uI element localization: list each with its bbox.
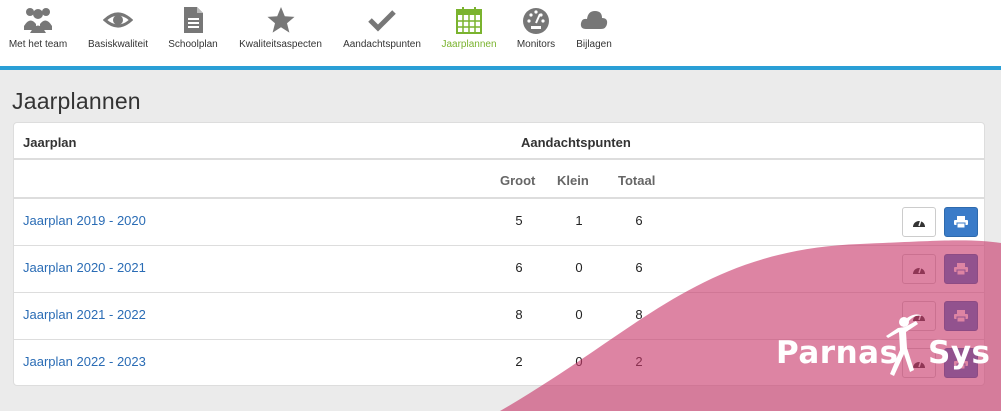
groot-value: 5	[515, 213, 523, 228]
jaarplan-link[interactable]: Jaarplan 2019 - 2020	[23, 213, 146, 228]
table-row: Jaarplan 2021 - 2022 8 0 8	[14, 293, 984, 340]
table-header: Jaarplan Aandachtspunten	[14, 123, 984, 160]
calendar-icon	[456, 7, 482, 34]
klein-value: 1	[575, 213, 583, 228]
brand-text-parnas: Parnas	[776, 335, 899, 371]
totaal-value: 6	[635, 260, 643, 275]
nav-item-kwaliteitsaspecten[interactable]: Kwaliteitsaspecten	[237, 6, 324, 54]
jaarplan-link[interactable]: Jaarplan 2022 - 2023	[23, 354, 146, 369]
nav-label: Monitors	[516, 39, 556, 50]
monitor-button[interactable]	[902, 254, 936, 284]
print-icon	[954, 263, 968, 275]
gauge-icon	[913, 360, 925, 368]
totaal-value: 6	[635, 213, 643, 228]
nav-item-basiskwaliteit[interactable]: Basiskwaliteit	[86, 6, 150, 54]
klein-value: 0	[575, 307, 583, 322]
column-header-totaal: Totaal	[618, 173, 656, 188]
totaal-value: 8	[635, 307, 643, 322]
nav-label: Schoolplan	[168, 39, 218, 50]
nav-label: Bijlagen	[576, 39, 612, 50]
print-button[interactable]	[944, 207, 978, 237]
gauge-icon	[913, 313, 925, 321]
nav-item-monitors[interactable]: Monitors	[515, 6, 557, 54]
groot-value: 8	[515, 307, 523, 322]
brand-text-sys: Sys	[928, 335, 991, 371]
monitor-button[interactable]	[902, 207, 936, 237]
print-icon	[954, 310, 968, 322]
check-icon	[368, 10, 396, 32]
cloud-icon	[580, 11, 608, 29]
jaarplan-link[interactable]: Jaarplan 2020 - 2021	[23, 260, 146, 275]
document-icon	[184, 7, 203, 33]
monitor-button[interactable]	[902, 301, 936, 331]
column-header-groot: Groot	[500, 173, 536, 188]
team-icon	[24, 8, 52, 33]
gauge-icon	[913, 266, 925, 274]
print-icon	[954, 216, 968, 228]
nav-label: Kwaliteitsaspecten	[239, 39, 322, 50]
nav-item-schoolplan[interactable]: Schoolplan	[167, 6, 219, 54]
eye-icon	[103, 12, 133, 28]
nav-accent-bar	[0, 66, 1001, 70]
nav-item-met-het-team[interactable]: Met het team	[8, 6, 68, 54]
klein-value: 0	[575, 354, 583, 369]
table-row: Jaarplan 2019 - 2020 5 1 6	[14, 199, 984, 246]
klein-value: 0	[575, 260, 583, 275]
print-button[interactable]	[944, 301, 978, 331]
page-title: Jaarplannen	[12, 88, 141, 114]
nav-item-jaarplannen[interactable]: Jaarplannen	[441, 6, 497, 54]
table-subheader: Groot Klein Totaal	[14, 160, 984, 199]
groot-value: 2	[515, 354, 523, 369]
jaarplan-link[interactable]: Jaarplan 2021 - 2022	[23, 307, 146, 322]
groot-value: 6	[515, 260, 523, 275]
column-header-aandachtspunten: Aandachtspunten	[521, 135, 631, 150]
star-icon	[267, 7, 294, 33]
nav-label: Met het team	[8, 39, 68, 50]
nav-item-aandachtspunten[interactable]: Aandachtspunten	[341, 6, 423, 54]
column-header-klein: Klein	[557, 173, 589, 188]
nav-item-bijlagen[interactable]: Bijlagen	[575, 6, 613, 54]
column-header-jaarplan: Jaarplan	[23, 135, 77, 150]
top-navigation: Met het team Basiskwaliteit Schoolplan K…	[0, 0, 1001, 70]
nav-label: Aandachtspunten	[343, 39, 421, 50]
nav-label: Basiskwaliteit	[87, 39, 149, 50]
print-button[interactable]	[944, 254, 978, 284]
nav-label: Jaarplannen	[441, 39, 497, 50]
table-row: Jaarplan 2020 - 2021 6 0 6	[14, 246, 984, 293]
gauge-icon	[523, 8, 549, 34]
gauge-icon	[913, 219, 925, 227]
totaal-value: 2	[635, 354, 643, 369]
